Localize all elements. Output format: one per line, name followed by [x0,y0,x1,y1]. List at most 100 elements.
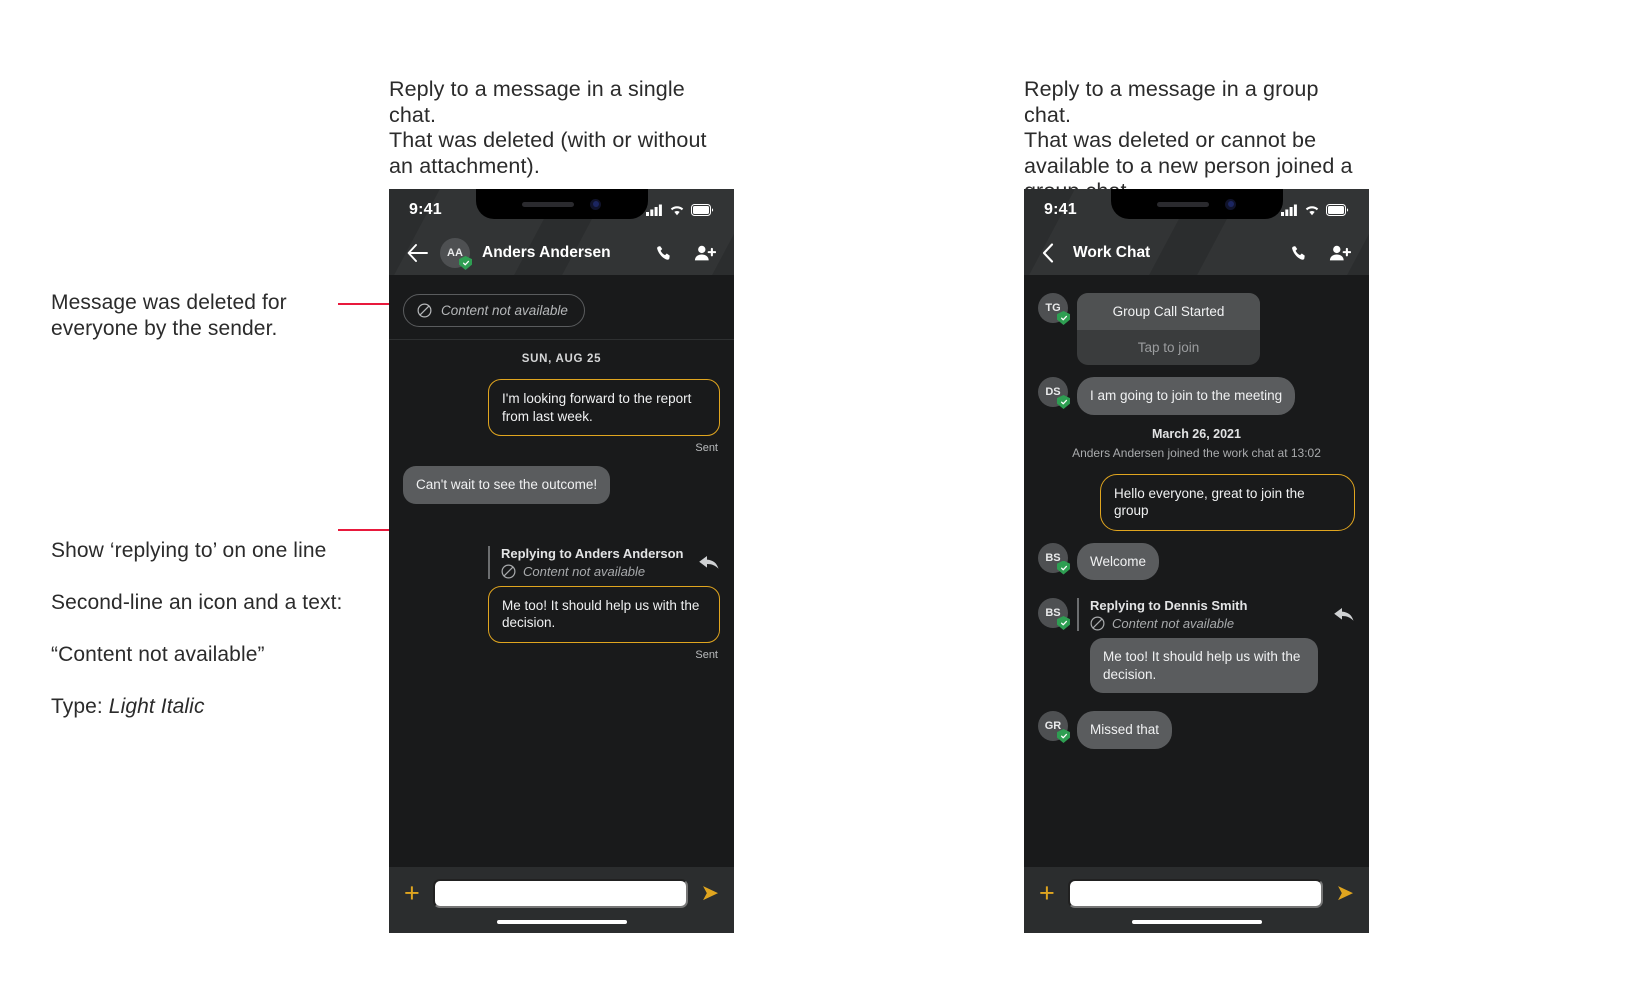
reply-arrow-wrap[interactable] [1333,606,1355,631]
deleted-pill-row: Content not available [403,285,720,341]
system-join-note: Anders Andersen joined the work chat at … [1072,445,1321,460]
navbar-actions [1290,244,1351,263]
avatar[interactable]: TG [1038,293,1070,325]
group-call-join-button[interactable]: Tap to join [1077,330,1260,365]
message-bubble[interactable]: I am going to join to the meeting [1077,377,1296,415]
reply-arrow-wrap[interactable] [698,554,720,579]
reply-group-row: BS Replying to Dennis Smith Content not … [1038,598,1355,693]
front-camera-icon [590,198,601,210]
message-status: Sent [695,648,718,661]
reply-quote[interactable]: Replying to Dennis Smith Content not ava… [1077,598,1355,631]
composer-single: + ➤ [389,866,734,920]
message-bubble[interactable]: Hello everyone, great to join the group [1100,473,1355,531]
wifi-icon [1305,206,1319,216]
phone-icon[interactable] [655,244,674,263]
header-single-chat: 9:41 AA Anders Andersen [389,189,734,275]
person-add-icon[interactable] [694,244,716,263]
avatar-initials: TG [1045,302,1061,314]
message-bubble[interactable]: Welcome [1077,542,1160,580]
annotation-group-chat-heading: Reply to a message in a group chat. That… [1024,77,1353,203]
home-indicator-wrap [389,919,734,933]
message-row-incoming: GR Missed that [1038,711,1355,749]
avatar-initials: DS [1045,386,1061,398]
group-call-title: Group Call Started [1077,293,1260,330]
phone-group-chat: 9:41 Work Chat TG Group Call Started Tap… [1024,189,1369,933]
reply-group-single: Replying to Anders Anderson Content not … [403,545,720,643]
arrow-left-icon[interactable] [407,244,428,262]
home-indicator-wrap [1024,919,1369,933]
navbar-actions [655,244,716,263]
send-icon[interactable]: ➤ [701,882,719,904]
no-entry-icon [1090,616,1105,631]
message-status: Sent [695,442,718,454]
chevron-left-icon[interactable] [1042,243,1055,263]
person-add-icon[interactable] [1329,244,1351,263]
avatar[interactable]: BS [1038,598,1070,630]
message-row-outgoing: Hello everyone, great to join the group [1038,473,1355,531]
phone-icon[interactable] [1290,244,1309,263]
battery-icon [1326,204,1349,216]
reply-quote-sub: Content not available [501,564,684,579]
screen-group-chat: 9:41 Work Chat TG Group Call Started Tap… [1024,189,1369,933]
group-call-row: TG Group Call Started Tap to join [1038,293,1355,365]
reply-quote-unavailable-text: Content not available [523,563,646,579]
message-bubble[interactable]: Me too! It should help us with the decis… [488,585,720,643]
annotation-type-line: Type: Light Italic [51,694,391,720]
reply-quote-bar [1077,598,1079,631]
annotation-type-value: Light Italic [108,695,205,718]
status-time: 9:41 [1044,201,1077,218]
chat-body-single: Content not available SUN, AUG 25 I'm lo… [389,275,734,867]
message-row-outgoing: I'm looking forward to the report from l… [403,379,720,436]
no-entry-icon [501,564,516,578]
status-time: 9:41 [409,201,442,218]
front-camera-icon [1225,198,1236,210]
navbar-single-chat: AA Anders Andersen [389,231,734,275]
leader-line-replying [338,529,390,531]
chat-body-group: TG Group Call Started Tap to join DS I a… [1024,275,1369,867]
speaker-grille-icon [1157,201,1209,207]
message-bubble[interactable]: Can't wait to see the outcome! [403,466,611,504]
page-canvas: Reply to a message in a single chat. Tha… [0,0,1643,992]
message-input[interactable] [1067,878,1323,908]
message-bubble[interactable]: Me too! It should help us with the decis… [1090,638,1318,693]
cellular-bars-icon [646,204,662,216]
phone-notch [1110,189,1283,219]
message-bubble[interactable]: Missed that [1077,711,1173,749]
chat-top-divider [389,339,734,340]
screen-single-chat: 9:41 AA Anders Andersen Content not avai… [389,189,734,933]
plus-icon[interactable]: + [404,879,420,907]
no-entry-icon [417,303,432,318]
speaker-grille-icon [522,201,574,207]
message-bubble[interactable]: I'm looking forward to the report from l… [488,379,720,436]
avatar[interactable]: DS [1038,377,1070,409]
reply-quote-text: Replying to Anders Anderson Content not … [501,546,684,579]
avatar[interactable]: BS [1038,542,1070,575]
home-indicator [496,919,627,924]
annotation-replying-line1: Show ‘replying to’ on one line [51,539,327,562]
battery-icon [691,204,714,216]
annotation-type-prefix: Type: [51,695,109,718]
plus-icon[interactable]: + [1039,879,1055,907]
avatar-initials: BS [1045,551,1061,564]
message-input[interactable] [432,878,688,908]
avatar[interactable]: AA [440,238,472,270]
message-row-incoming: Can't wait to see the outcome! [403,466,720,504]
reply-quote[interactable]: Replying to Anders Anderson Content not … [488,545,720,579]
group-call-card[interactable]: Group Call Started Tap to join [1077,293,1260,365]
annotation-replying-to: Show ‘replying to’ on one line Second-li… [51,512,391,746]
reply-quote-name: Replying to Dennis Smith [1090,598,1248,613]
status-indicators [1281,204,1349,216]
avatar[interactable]: GR [1038,711,1070,743]
reply-quote-sub: Content not available [1090,616,1247,631]
content-unavailable-pill: Content not available [403,294,585,327]
content-unavailable-text: Content not available [441,303,568,318]
reply-quote-text: Replying to Dennis Smith Content not ava… [1090,598,1247,631]
annotation-replying-line2: Second-line an icon and a text: [51,591,343,614]
date-divider: March 26, 2021 [1152,426,1241,441]
annotation-single-chat-heading: Reply to a message in a single chat. Tha… [389,77,707,178]
avatar-initials: BS [1045,607,1061,619]
chat-title: Anders Andersen [482,244,611,261]
send-icon[interactable]: ➤ [1336,882,1354,904]
message-row-incoming: DS I am going to join to the meeting [1038,377,1355,415]
